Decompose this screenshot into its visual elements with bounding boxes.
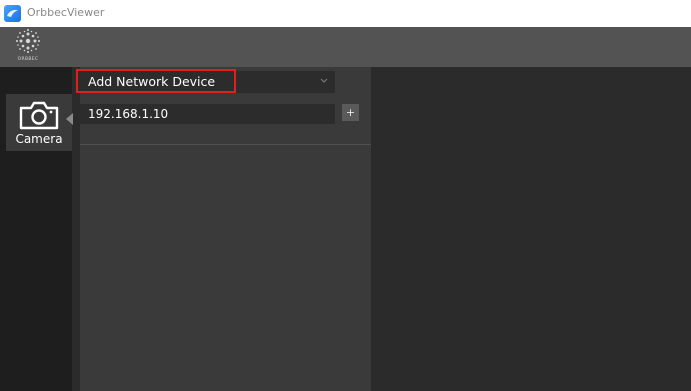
header-bar: ORBBEC [0,27,691,67]
main-view-area [371,67,691,391]
camera-icon [19,101,59,130]
orbbec-logo-icon [16,29,40,53]
orbbec-logo: ORBBEC [6,27,58,67]
selected-indicator-arrow [66,113,73,125]
sidebar-item-camera[interactable]: Camera [6,94,72,151]
sidebar-item-label: Camera [15,132,63,146]
orbbec-app-icon [4,5,21,22]
title-bar: OrbbecViewer [0,0,691,27]
highlight-box [76,69,236,93]
logo-text: ORBBEC [17,57,39,62]
ip-address-input[interactable] [80,104,335,124]
device-panel: Add Network Device + [76,67,371,391]
window-title: OrbbecViewer [27,6,105,19]
chevron-down-icon [320,78,328,83]
divider [80,144,371,145]
add-device-button[interactable]: + [342,104,359,121]
